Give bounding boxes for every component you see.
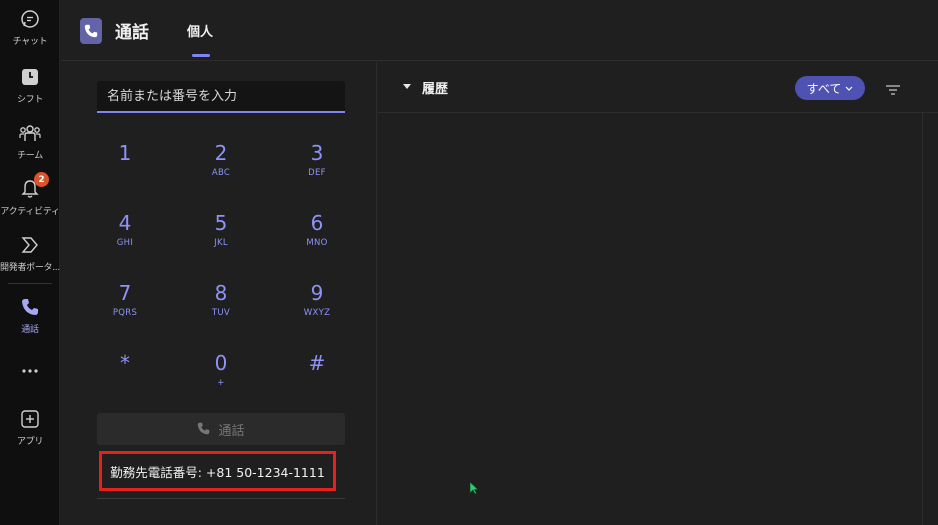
chevron-down-icon: [845, 81, 853, 95]
dial-key-letters: GHI: [116, 238, 134, 248]
page-title: 通話: [115, 23, 149, 43]
rail-item-label: アプリ: [16, 437, 44, 447]
dial-key-digit: 0: [214, 351, 228, 375]
panel-divider: [922, 113, 923, 525]
dial-key-letters: ABC: [211, 168, 231, 178]
app-header: 通話 個人: [61, 0, 938, 61]
dial-key-9[interactable]: 9 WXYZ: [282, 282, 352, 338]
phone-icon: [19, 296, 41, 318]
rail-item-label: アクティビティ: [0, 207, 60, 217]
rail-item-calls[interactable]: 通話: [0, 288, 60, 342]
dial-key-2[interactable]: 2 ABC: [186, 142, 256, 198]
rail-item-label: チャット: [12, 37, 48, 47]
dial-key-digit: 7: [118, 281, 132, 305]
dial-key-digit: 3: [310, 141, 324, 165]
bell-icon: 2: [19, 172, 49, 200]
dial-key-4[interactable]: 4 GHI: [90, 212, 160, 268]
dial-key-hash[interactable]: #: [282, 352, 352, 408]
dial-key-letters: PQRS: [112, 308, 138, 318]
dial-key-digit: 4: [118, 211, 132, 235]
teams-app: チャット シフト チーム 2 アクティビティ 開発者ポータ... 通話 アプリ …: [0, 0, 938, 525]
call-button[interactable]: 通話: [97, 413, 345, 445]
dial-key-letters: TUV: [211, 308, 231, 318]
teams-icon: [19, 122, 41, 144]
rail-item-shifts[interactable]: シフト: [0, 58, 60, 112]
filter-icon[interactable]: [886, 81, 900, 95]
dial-key-letters: WXYZ: [303, 308, 331, 318]
rail-item-label: 開発者ポータ...: [0, 263, 60, 273]
rail-item-chat[interactable]: チャット: [0, 0, 60, 54]
history-header: 履歴 すべて: [378, 62, 938, 113]
phone-icon: [197, 420, 210, 439]
rail-item-activity[interactable]: 2 アクティビティ: [0, 170, 60, 224]
dial-key-digit: 1: [118, 141, 132, 165]
tab-personal[interactable]: 個人: [187, 21, 213, 40]
history-title[interactable]: 履歴: [422, 78, 448, 97]
divider: [97, 498, 345, 499]
rail-item-developer-portal[interactable]: 開発者ポータ...: [0, 226, 60, 280]
more-icon: [19, 360, 41, 382]
history-panel: 履歴 すべて: [378, 62, 938, 525]
dial-key-digit: #: [308, 351, 326, 375]
rail-item-label: チーム: [17, 151, 43, 161]
caret-down-icon[interactable]: [403, 84, 411, 89]
dial-key-letters: MNO: [306, 238, 328, 248]
dial-key-1[interactable]: 1: [90, 142, 160, 198]
dial-key-digit: 8: [214, 281, 228, 305]
dial-key-digit: 2: [214, 141, 228, 165]
shifts-icon: [19, 66, 41, 88]
filter-dropdown[interactable]: すべて: [795, 76, 865, 100]
rail-item-label: 通話: [21, 325, 39, 335]
dial-key-digit: 5: [214, 211, 228, 235]
call-button-label: 通話: [218, 423, 245, 439]
rail-divider: [8, 283, 52, 284]
rail-item-apps[interactable]: アプリ: [0, 400, 60, 454]
rail-item-teams[interactable]: チーム: [0, 114, 60, 168]
dial-key-3[interactable]: 3 DEF: [282, 142, 352, 198]
search-input[interactable]: [97, 81, 345, 113]
mouse-cursor-icon: [469, 480, 479, 499]
developer-portal-icon: [19, 234, 41, 256]
chat-icon: [19, 8, 41, 30]
tab-active-indicator: [192, 54, 210, 57]
apps-icon: [19, 408, 41, 430]
dial-key-5[interactable]: 5 JKL: [186, 212, 256, 268]
filter-label: すべて: [806, 81, 842, 96]
dial-key-0[interactable]: 0 +: [186, 352, 256, 408]
dial-key-digit: 9: [310, 281, 324, 305]
dial-key-7[interactable]: 7 PQRS: [90, 282, 160, 338]
dial-key-digit: *: [120, 351, 130, 375]
dial-key-letters: +: [217, 378, 225, 388]
dial-key-digit: 6: [310, 211, 324, 235]
dial-key-star[interactable]: *: [90, 352, 160, 408]
dial-key-letters: DEF: [308, 168, 326, 178]
calls-app-icon: [80, 18, 102, 44]
dial-key-8[interactable]: 8 TUV: [186, 282, 256, 338]
work-phone-number: 勤務先電話番号: +81 50-1234-1111: [99, 451, 336, 491]
rail-item-more[interactable]: [0, 352, 60, 382]
rail-item-label: シフト: [16, 95, 44, 105]
dialer-panel: 1 2 ABC 3 DEF 4 GHI 5 JKL 6 MNO 7 PQRS 8: [61, 62, 377, 525]
app-rail: チャット シフト チーム 2 アクティビティ 開発者ポータ... 通話 アプリ: [0, 0, 60, 525]
dial-key-letters: JKL: [214, 238, 228, 248]
activity-badge: 2: [34, 172, 49, 187]
dial-key-6[interactable]: 6 MNO: [282, 212, 352, 268]
